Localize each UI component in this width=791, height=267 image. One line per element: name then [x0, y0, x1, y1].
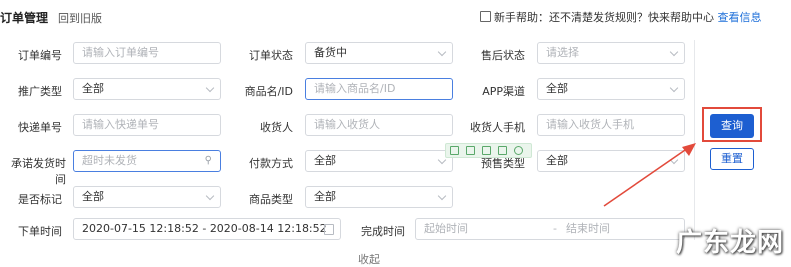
- after-sale-placeholder: 请选择: [546, 46, 579, 59]
- app-channel-label: APP渠道: [482, 85, 525, 98]
- tracking-no-label: 快递单号: [18, 121, 62, 134]
- page-title: 订单管理: [0, 11, 49, 25]
- chevron-down-icon: [437, 191, 447, 201]
- promised-ship-select[interactable]: 超时未发货 ⚲: [73, 150, 221, 172]
- receiver-input[interactable]: 请输入收货人: [305, 114, 453, 136]
- product-name-label: 商品名/ID: [244, 85, 293, 98]
- back-to-old-version-link[interactable]: 回到旧版: [58, 10, 102, 26]
- chevron-down-icon: [669, 47, 679, 57]
- edit-icon[interactable]: [498, 146, 507, 155]
- tracking-no-input[interactable]: 请输入快递单号: [73, 114, 221, 136]
- after-sale-label: 售后状态: [481, 49, 525, 62]
- copy-icon[interactable]: [450, 146, 459, 155]
- finish-time-start: 起始时间: [424, 222, 468, 235]
- highlight-box: [702, 107, 762, 142]
- search-icon: ⚲: [204, 155, 212, 166]
- watermark-logo: 广东龙网: [676, 228, 785, 258]
- order-status-select[interactable]: 备货中: [305, 42, 453, 64]
- order-time-label: 下单时间: [18, 225, 62, 238]
- finish-time-separator: -: [553, 222, 557, 235]
- finish-time-end: 结束时间: [566, 222, 610, 235]
- promo-type-select[interactable]: 全部: [73, 78, 221, 100]
- order-time-end: 2020-08-14 12:18:52: [209, 222, 327, 235]
- chevron-down-icon: [669, 83, 679, 93]
- app-channel-select[interactable]: 全部: [537, 78, 685, 100]
- marked-select[interactable]: 全部: [73, 186, 221, 208]
- payment-label: 付款方式: [249, 157, 293, 170]
- help-notice: 新手帮助：还不清楚发货规则？快来帮助中心 查看信息: [480, 9, 762, 25]
- promised-ship-label: 承诺发货时间: [11, 157, 66, 186]
- help-text: 新手帮助：还不清楚发货规则？快来帮助中心: [494, 11, 714, 24]
- payment-select[interactable]: 全部: [305, 150, 453, 172]
- receiver-phone-label: 收货人手机: [470, 121, 525, 134]
- order-no-label: 订单编号: [18, 49, 62, 62]
- product-name-input[interactable]: 请输入商品名/ID: [305, 78, 453, 100]
- order-time-separator: -: [202, 222, 207, 235]
- product-type-select[interactable]: 全部: [305, 186, 453, 208]
- promo-type-label: 推广类型: [18, 85, 62, 98]
- order-status-label: 订单状态: [249, 49, 293, 62]
- promised-ship-placeholder: 超时未发货: [82, 154, 137, 167]
- product-type-label: 商品类型: [249, 193, 293, 206]
- promo-type-value: 全部: [82, 82, 104, 95]
- receiver-phone-input[interactable]: 请输入收货人手机: [537, 114, 685, 136]
- chevron-down-icon: [205, 83, 215, 93]
- app-channel-value: 全部: [546, 82, 568, 95]
- product-type-value: 全部: [314, 190, 336, 203]
- speaker-icon: [480, 11, 491, 22]
- after-sale-select[interactable]: 请选择: [537, 42, 685, 64]
- order-no-input[interactable]: 请输入订单编号: [73, 42, 221, 64]
- order-status-value: 备货中: [314, 46, 347, 59]
- marked-value: 全部: [82, 190, 104, 203]
- floating-toolbar[interactable]: [445, 143, 532, 158]
- finish-time-range[interactable]: 起始时间 - 结束时间: [415, 218, 685, 240]
- order-time-start: 2020-07-15 12:18:52: [82, 222, 199, 235]
- settings-icon[interactable]: [514, 146, 523, 155]
- payment-value: 全部: [314, 154, 336, 167]
- chevron-down-icon: [437, 47, 447, 57]
- view-info-link[interactable]: 查看信息: [718, 11, 762, 24]
- annotation-arrow: [603, 143, 696, 207]
- presale-type-value: 全部: [546, 154, 568, 167]
- image-icon[interactable]: [482, 146, 491, 155]
- chevron-down-icon: [205, 191, 215, 201]
- finish-time-label: 完成时间: [361, 225, 405, 238]
- order-time-range[interactable]: 2020-07-15 12:18:52 - 2020-08-14 12:18:5…: [73, 218, 341, 240]
- calendar-icon: [324, 224, 334, 235]
- marked-label: 是否标记: [18, 193, 62, 206]
- reset-button[interactable]: 重置: [710, 148, 754, 170]
- receiver-label: 收货人: [260, 121, 293, 134]
- collapse-toggle[interactable]: 收起: [358, 251, 380, 267]
- text-icon[interactable]: [466, 146, 475, 155]
